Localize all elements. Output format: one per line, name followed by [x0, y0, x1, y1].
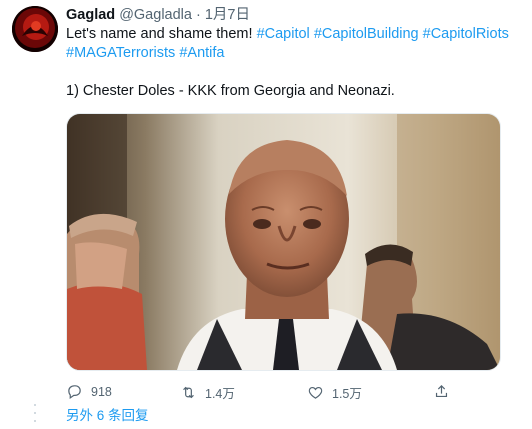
tweet-date[interactable]: 1月7日: [205, 7, 250, 23]
hashtag-magaterrorists[interactable]: #MAGATerrorists: [66, 45, 175, 61]
tweet-actions: 918 1.4万 1.5万: [66, 383, 506, 403]
retweet-button[interactable]: 1.4万: [180, 383, 235, 402]
tweet[interactable]: Gaglad @Gagladla · 1月7日 Let's name and s…: [0, 0, 532, 429]
retweet-count: 1.4万: [205, 387, 235, 401]
share-icon: [435, 384, 448, 398]
tweet-content: Gaglad @Gagladla · 1月7日 Let's name and s…: [66, 6, 522, 403]
tweet-text-line-1: Let's name and shame them! #Capitol #Cap…: [66, 25, 522, 44]
separator-dot: ·: [195, 7, 201, 23]
avatar[interactable]: [12, 6, 58, 52]
hashtag-capitolriots[interactable]: #CapitolRiots: [423, 26, 509, 42]
avatar-image: [12, 6, 58, 52]
tweet-text-line-2: #MAGATerrorists #Antifa: [66, 44, 522, 63]
tweet-header: Gaglad @Gagladla · 1月7日: [66, 6, 522, 25]
like-button[interactable]: 1.5万: [307, 383, 362, 402]
retweet-icon: [183, 386, 194, 399]
tweet-text-plain: Let's name and shame them!: [66, 26, 257, 42]
hashtag-antifa[interactable]: #Antifa: [179, 45, 224, 61]
share-button[interactable]: [433, 383, 450, 400]
tweet-photo[interactable]: [66, 113, 501, 371]
user-handle[interactable]: @Gagladla: [119, 7, 192, 23]
photo-image: [67, 114, 500, 370]
show-more-replies-link[interactable]: 另外 6 条回复: [66, 404, 149, 424]
hashtag-capitolbuilding[interactable]: #CapitolBuilding: [314, 26, 419, 42]
heart-icon: [308, 386, 323, 399]
tweet-text-paragraph-2: 1) Chester Doles - KKK from Georgia and …: [66, 83, 395, 99]
like-count: 1.5万: [332, 387, 362, 401]
thread-connector-dots: [34, 404, 37, 422]
tweet-text: Let's name and shame them! #Capitol #Cap…: [66, 25, 522, 101]
reply-count: 918: [91, 384, 112, 399]
hashtag-capitol[interactable]: #Capitol: [257, 26, 310, 42]
reply-button[interactable]: 918: [66, 383, 112, 400]
display-name[interactable]: Gaglad: [66, 7, 115, 23]
reply-icon: [68, 385, 81, 400]
